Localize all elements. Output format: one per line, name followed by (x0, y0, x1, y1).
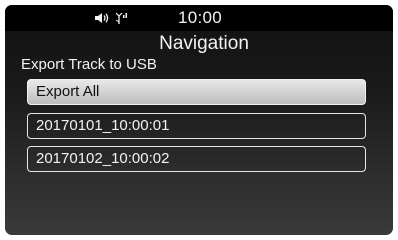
export-all-button[interactable]: Export All (27, 79, 366, 105)
list-item-track[interactable]: 20170102_10:00:02 (27, 146, 366, 172)
clock-time: 10:00 (178, 8, 223, 27)
display-screen: 10:00 Navigation Export Track to USB Exp… (5, 5, 393, 235)
status-bar: 10:00 (5, 5, 393, 31)
status-icons (95, 10, 128, 26)
phone-signal-icon (114, 12, 128, 25)
list-item-track[interactable]: 20170101_10:00:01 (27, 113, 366, 139)
page-subtitle: Export Track to USB (21, 56, 157, 73)
speaker-icon (95, 12, 111, 24)
page-title: Navigation (159, 33, 249, 54)
